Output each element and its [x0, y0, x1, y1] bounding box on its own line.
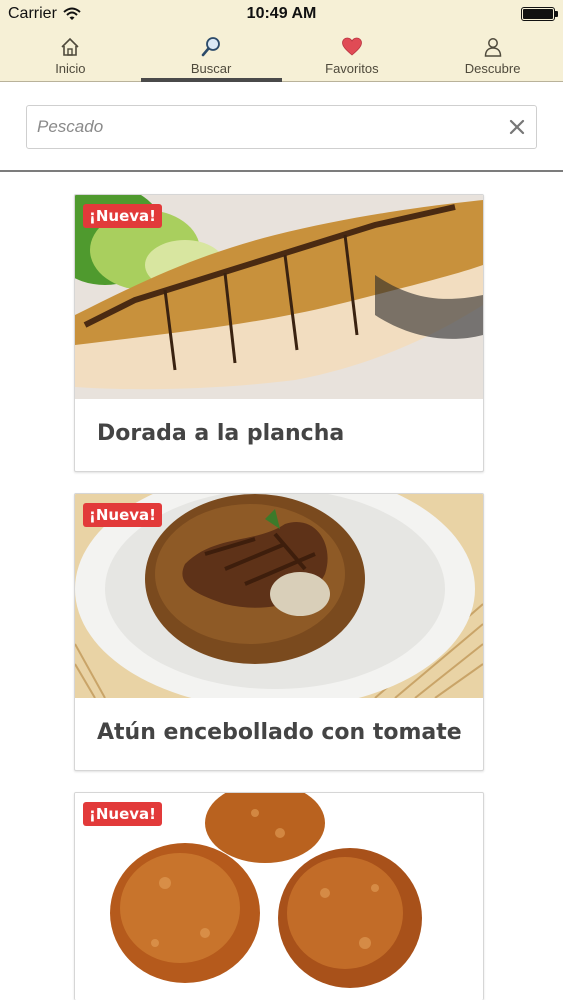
tab-buscar[interactable]: Buscar: [140, 28, 282, 82]
recipe-photo: ¡Nueva!: [75, 793, 483, 997]
recipe-title: Dorada a la plancha: [97, 421, 345, 446]
divider: [0, 170, 563, 172]
new-badge: ¡Nueva!: [83, 503, 162, 527]
search-box: [26, 105, 537, 149]
battery-icon: [521, 7, 558, 21]
active-tab-indicator: [140, 78, 282, 82]
tab-label: Buscar: [190, 61, 232, 76]
recipe-card[interactable]: ¡Nueva!: [74, 792, 484, 1000]
recipe-title: Atún encebollado con tomate: [97, 720, 462, 745]
search-icon: [201, 37, 221, 57]
tab-bar: Inicio Buscar Favoritos Descubre: [0, 28, 563, 82]
new-badge: ¡Nueva!: [83, 204, 162, 228]
tab-descubre[interactable]: Descubre: [422, 28, 563, 81]
status-bar: Carrier 10:49 AM: [0, 0, 563, 28]
new-badge: ¡Nueva!: [83, 802, 162, 826]
tab-label: Descubre: [464, 61, 521, 76]
search-input[interactable]: [37, 106, 487, 148]
recipe-photo: ¡Nueva!: [75, 494, 483, 698]
heart-icon: [341, 37, 362, 56]
user-icon: [484, 38, 501, 57]
tab-inicio[interactable]: Inicio: [0, 28, 141, 81]
close-icon[interactable]: [506, 116, 528, 138]
tab-label: Favoritos: [325, 61, 379, 76]
recipe-photo: ¡Nueva!: [75, 195, 483, 399]
recipe-card[interactable]: ¡Nueva! Dorada a la plancha: [74, 194, 484, 472]
recipe-card[interactable]: ¡Nueva! Atún encebollado con tomate: [74, 493, 484, 771]
clock: 10:49 AM: [246, 5, 317, 22]
tab-label: Inicio: [55, 61, 86, 76]
tab-favoritos[interactable]: Favoritos: [282, 28, 423, 81]
home-icon: [61, 37, 79, 56]
